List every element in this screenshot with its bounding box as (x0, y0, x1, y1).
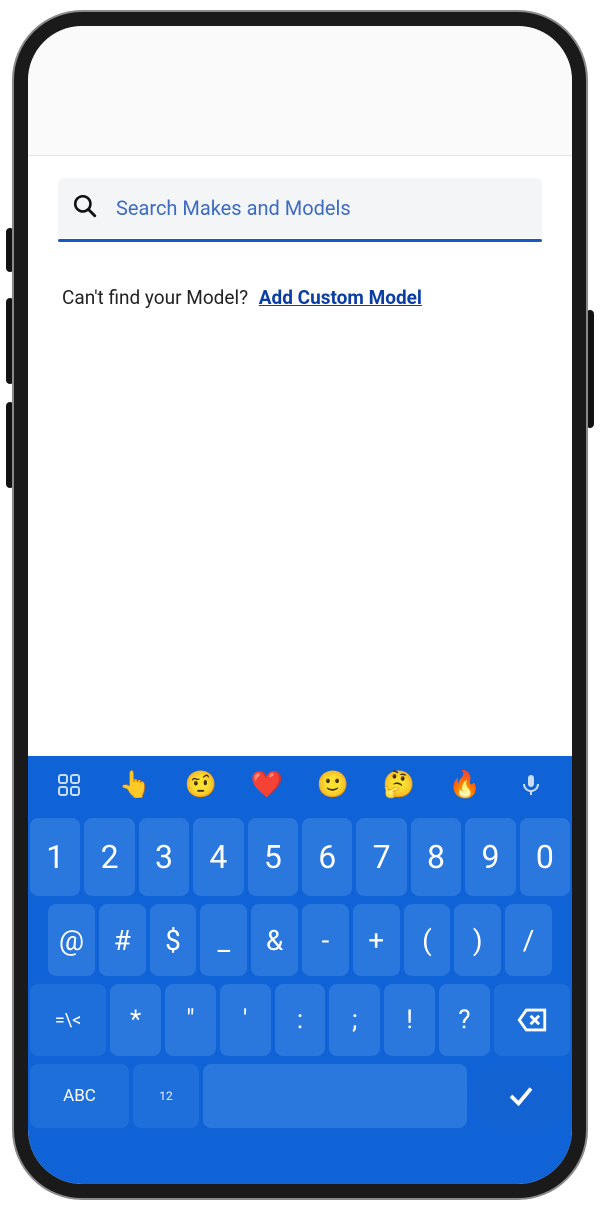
key-lparen[interactable]: ( (404, 904, 451, 976)
emoji-suggestion[interactable]: 🤔 (368, 770, 430, 800)
key-at[interactable]: @ (48, 904, 95, 976)
key-semicolon[interactable]: ; (329, 984, 380, 1056)
key-9[interactable]: 9 (465, 818, 515, 896)
search-icon (72, 193, 98, 223)
emoji-suggestion[interactable]: ❤️ (236, 770, 298, 800)
search-underline (58, 239, 542, 242)
mic-icon[interactable] (500, 773, 562, 797)
key-6[interactable]: 6 (302, 818, 352, 896)
add-custom-model-link[interactable]: Add Custom Model (259, 286, 422, 309)
key-0[interactable]: 0 (520, 818, 570, 896)
key-dquote[interactable]: " (165, 984, 216, 1056)
emoji-suggestion[interactable]: 🤨 (170, 770, 232, 800)
keyboard-suggestion-row: 👆 🤨 ❤️ 🙂 🤔 🔥 (28, 756, 572, 814)
emoji-suggestion[interactable]: 🙂 (302, 770, 364, 800)
key-dollar[interactable]: $ (150, 904, 197, 976)
key-ampersand[interactable]: & (251, 904, 298, 976)
keyboard-row-3: =\< * " ' : ; ! ? (28, 980, 572, 1060)
key-4[interactable]: 4 (193, 818, 243, 896)
key-backspace[interactable] (494, 984, 570, 1056)
keyboard-apps-icon[interactable] (38, 773, 100, 797)
keyboard: 👆 🤨 ❤️ 🙂 🤔 🔥 1 2 3 4 5 6 7 8 9 (28, 756, 572, 1184)
key-8[interactable]: 8 (411, 818, 461, 896)
keyboard-row-4: ABC 12 (28, 1060, 572, 1128)
search-input[interactable] (116, 196, 528, 220)
keyboard-row-1: 1 2 3 4 5 6 7 8 9 0 (28, 814, 572, 900)
keyboard-row-2: @ # $ _ & - + ( ) / (28, 900, 572, 980)
key-spacebar[interactable] (203, 1064, 467, 1128)
key-squote[interactable]: ' (220, 984, 271, 1056)
key-slash[interactable]: / (505, 904, 552, 976)
key-2[interactable]: 2 (84, 818, 134, 896)
search-container (58, 178, 542, 242)
phone-frame: Can't find your Model? Add Custom Model … (14, 12, 586, 1198)
key-exclaim[interactable]: ! (384, 984, 435, 1056)
key-1[interactable]: 1 (30, 818, 80, 896)
key-abc-mode[interactable]: ABC (30, 1064, 129, 1128)
key-5[interactable]: 5 (248, 818, 298, 896)
key-minus[interactable]: - (302, 904, 349, 976)
key-question[interactable]: ? (439, 984, 490, 1056)
key-char-pad[interactable]: 12 (133, 1064, 199, 1128)
hint-text: Can't find your Model? (62, 286, 248, 309)
screen: Can't find your Model? Add Custom Model … (28, 26, 572, 1184)
search-box[interactable] (58, 178, 542, 238)
key-colon[interactable]: : (275, 984, 326, 1056)
emoji-suggestion[interactable]: 🔥 (434, 770, 496, 800)
hint-row: Can't find your Model? Add Custom Model (62, 286, 538, 309)
emoji-suggestion[interactable]: 👆 (104, 770, 166, 800)
key-enter[interactable] (471, 1064, 570, 1128)
key-7[interactable]: 7 (356, 818, 406, 896)
key-hash[interactable]: # (99, 904, 146, 976)
key-underscore[interactable]: _ (200, 904, 247, 976)
app-header (28, 26, 572, 156)
key-more-symbols[interactable]: =\< (30, 984, 106, 1056)
key-3[interactable]: 3 (139, 818, 189, 896)
key-plus[interactable]: + (353, 904, 400, 976)
key-rparen[interactable]: ) (454, 904, 501, 976)
key-asterisk[interactable]: * (110, 984, 161, 1056)
